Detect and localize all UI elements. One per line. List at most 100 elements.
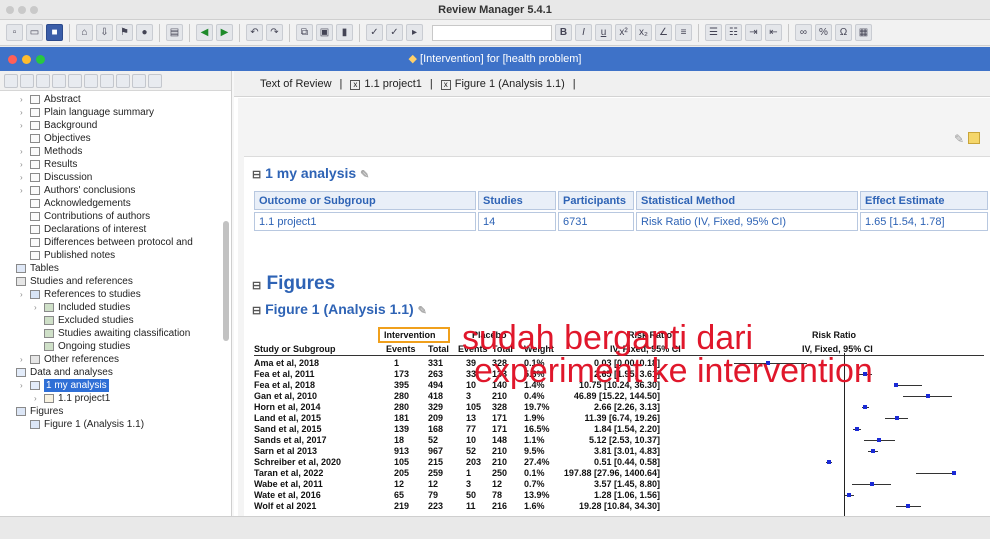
- expand-chevron-icon[interactable]: ›: [20, 106, 30, 119]
- cell-participants[interactable]: 6731: [558, 212, 634, 231]
- import-icon[interactable]: ⇩: [96, 24, 113, 41]
- expand-chevron-icon[interactable]: ›: [20, 288, 30, 301]
- omega-icon[interactable]: Ω: [835, 24, 852, 41]
- tree-item[interactable]: Data and analyses: [0, 366, 219, 379]
- link-icon[interactable]: ∞: [795, 24, 812, 41]
- tree-item[interactable]: › Authors' conclusions: [0, 184, 219, 197]
- pencil-icon[interactable]: ✎: [360, 169, 369, 181]
- numbered-list-icon[interactable]: ☷: [725, 24, 742, 41]
- filter-icon[interactable]: [100, 73, 114, 88]
- pencil-icon[interactable]: ✎: [418, 305, 427, 317]
- properties-icon[interactable]: [116, 73, 130, 88]
- expand-chevron-icon[interactable]: ›: [34, 301, 44, 314]
- underline-icon[interactable]: u: [595, 24, 612, 41]
- tree-item[interactable]: › Included studies: [0, 301, 219, 314]
- add-reference-icon[interactable]: [36, 73, 50, 88]
- tree-item[interactable]: Published notes: [0, 249, 219, 262]
- expand-chevron-icon[interactable]: ›: [20, 379, 30, 392]
- expand-chevron-icon[interactable]: ›: [20, 184, 30, 197]
- cell-outcome[interactable]: 1.1 project1: [254, 212, 476, 231]
- tree-item[interactable]: › 1.1 project1: [0, 392, 219, 405]
- tree-item[interactable]: Figure 1 (Analysis 1.1): [0, 418, 219, 431]
- tree-item[interactable]: › Plain language summary: [0, 106, 219, 119]
- edit-icon[interactable]: [52, 73, 66, 88]
- open-icon[interactable]: ▭: [26, 24, 43, 41]
- minimize-dot-icon[interactable]: [18, 6, 26, 14]
- expand-chevron-icon[interactable]: ›: [20, 171, 30, 184]
- indent-icon[interactable]: ⇥: [745, 24, 762, 41]
- tree-item[interactable]: › Methods: [0, 145, 219, 158]
- compare-icon[interactable]: [68, 73, 82, 88]
- tree-item[interactable]: › 1 my analysis: [0, 379, 219, 392]
- tab-figure1[interactable]: x Figure 1 (Analysis 1.1): [437, 76, 569, 92]
- lock-icon[interactable]: ▮: [336, 24, 353, 41]
- expand-chevron-icon[interactable]: ›: [20, 145, 30, 158]
- forward-icon[interactable]: ▶: [216, 24, 233, 41]
- bold-icon[interactable]: B: [555, 24, 572, 41]
- copy-icon[interactable]: ⧉: [296, 24, 313, 41]
- table-insert-icon[interactable]: ▦: [855, 24, 872, 41]
- tree-item[interactable]: Ongoing studies: [0, 340, 219, 353]
- close-icon[interactable]: [8, 55, 17, 64]
- redo-icon[interactable]: ↷: [266, 24, 283, 41]
- collapse-icon[interactable]: ⊟: [252, 280, 261, 292]
- note-icon[interactable]: [968, 132, 980, 144]
- tree-item[interactable]: › Results: [0, 158, 219, 171]
- tree-item[interactable]: › Abstract: [0, 93, 219, 106]
- new-icon[interactable]: ▫: [6, 24, 23, 41]
- home-icon[interactable]: ⌂: [76, 24, 93, 41]
- back-icon[interactable]: ◀: [196, 24, 213, 41]
- close-dot-icon[interactable]: [6, 6, 14, 14]
- expand-chevron-icon[interactable]: ›: [20, 353, 30, 366]
- collapse-icon[interactable]: ⊟: [252, 305, 261, 317]
- tree-item[interactable]: › Background: [0, 119, 219, 132]
- more-icon[interactable]: [148, 73, 162, 88]
- tree-item[interactable]: Excluded studies: [0, 314, 219, 327]
- expand-chevron-icon[interactable]: ›: [20, 93, 30, 106]
- add-study-icon[interactable]: [20, 73, 34, 88]
- close-tab-icon[interactable]: x: [350, 79, 361, 90]
- tree-item[interactable]: Contributions of authors: [0, 210, 219, 223]
- cell-method[interactable]: Risk Ratio (IV, Fixed, 95% CI): [636, 212, 858, 231]
- zoom-icon[interactable]: [36, 55, 45, 64]
- flag-icon[interactable]: ⚑: [116, 24, 133, 41]
- list-icon[interactable]: ☰: [705, 24, 722, 41]
- close-tab-icon[interactable]: x: [440, 79, 451, 90]
- outline-scrollbar[interactable]: [223, 221, 229, 341]
- clear-format-icon[interactable]: ∠: [655, 24, 672, 41]
- tree-item[interactable]: Tables: [0, 262, 219, 275]
- tree-item[interactable]: Acknowledgements: [0, 197, 219, 210]
- tree-item[interactable]: Studies awaiting classification: [0, 327, 219, 340]
- tree-item[interactable]: › Discussion: [0, 171, 219, 184]
- collapse-icon[interactable]: ⊟: [252, 169, 261, 181]
- subscript-icon[interactable]: x₂: [635, 24, 652, 41]
- expand-chevron-icon[interactable]: ›: [20, 158, 30, 171]
- paste-icon[interactable]: ▣: [316, 24, 333, 41]
- spellcheck-icon[interactable]: ✓: [366, 24, 383, 41]
- tree-item[interactable]: Differences between protocol and: [0, 236, 219, 249]
- undo-icon[interactable]: ↶: [246, 24, 263, 41]
- tree-item[interactable]: › References to studies: [0, 288, 219, 301]
- find-icon[interactable]: %: [815, 24, 832, 41]
- minimize-icon[interactable]: [22, 55, 31, 64]
- cell-studies[interactable]: 14: [478, 212, 556, 231]
- expand-chevron-icon[interactable]: ›: [20, 119, 30, 132]
- outdent-icon[interactable]: ⇤: [765, 24, 782, 41]
- font-select[interactable]: [432, 24, 552, 41]
- sort-icon[interactable]: [84, 73, 98, 88]
- print-icon[interactable]: ▤: [166, 24, 183, 41]
- cell-effect[interactable]: 1.65 [1.54, 1.78]: [860, 212, 988, 231]
- tab-text-of-review[interactable]: Text of Review: [256, 76, 336, 92]
- expand-chevron-icon[interactable]: ›: [34, 392, 44, 405]
- tree-item[interactable]: Objectives: [0, 132, 219, 145]
- zoom-dot-icon[interactable]: [30, 6, 38, 14]
- spellcheck2-icon[interactable]: ✓: [386, 24, 403, 41]
- italic-icon[interactable]: I: [575, 24, 592, 41]
- tree-item[interactable]: Studies and references: [0, 275, 219, 288]
- tree-item[interactable]: Figures: [0, 405, 219, 418]
- tree-item[interactable]: Declarations of interest: [0, 223, 219, 236]
- notes-icon[interactable]: [132, 73, 146, 88]
- tree-item[interactable]: › Other references: [0, 353, 219, 366]
- tab-project1[interactable]: x 1.1 project1: [346, 76, 425, 92]
- align-icon[interactable]: ≡: [675, 24, 692, 41]
